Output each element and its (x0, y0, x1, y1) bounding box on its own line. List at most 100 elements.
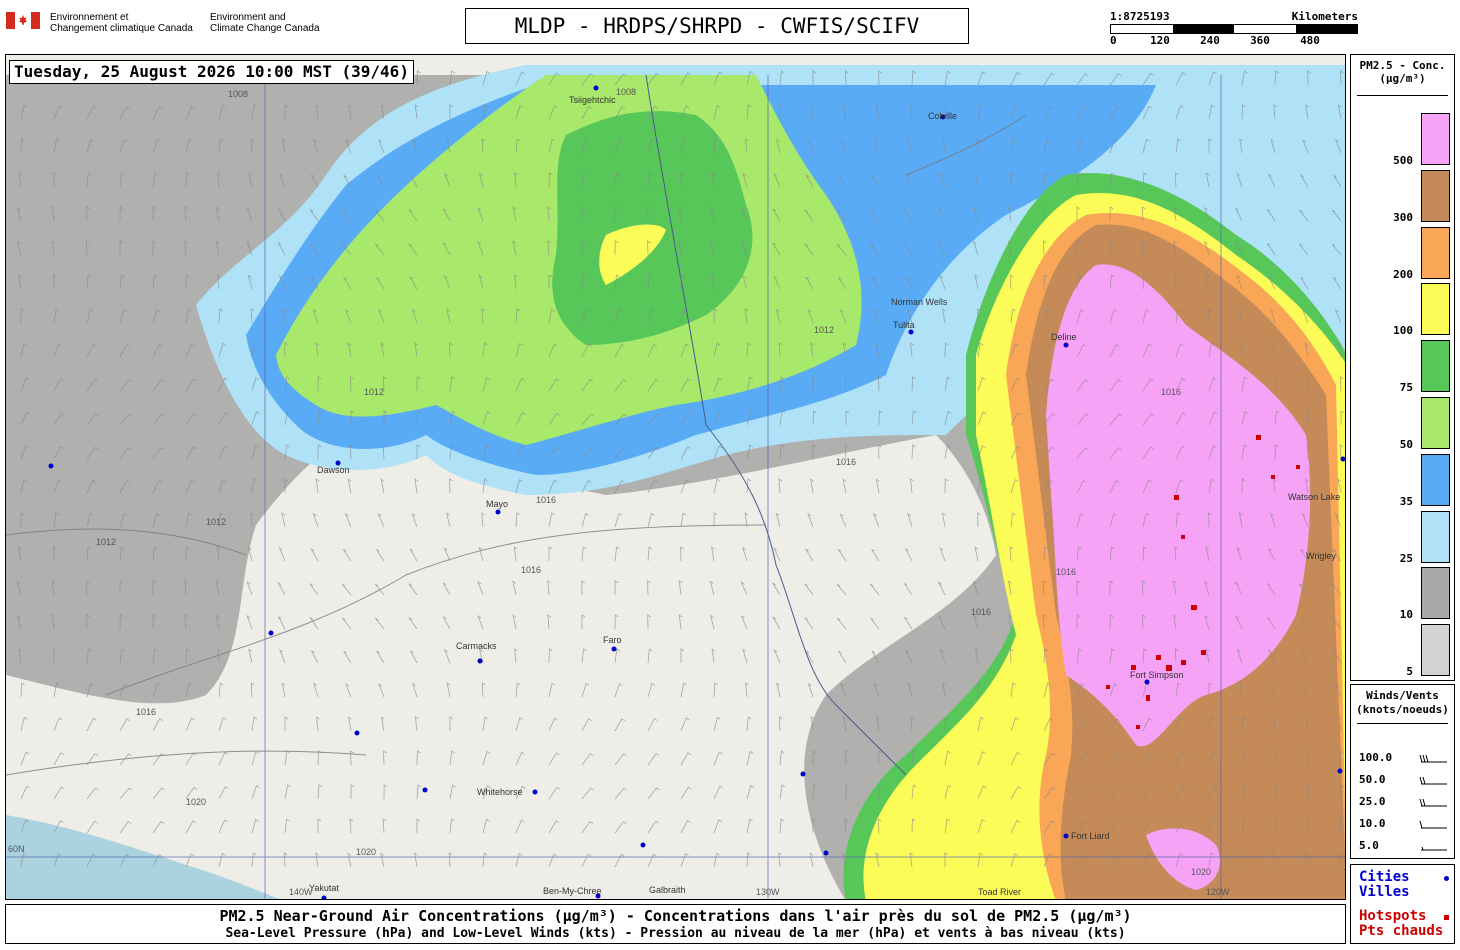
city-label: Fort Liard (1071, 831, 1110, 841)
meridian-label: 140W (289, 887, 313, 897)
wind-speed-label: 100.0 (1359, 751, 1393, 764)
legend-swatch (1421, 567, 1450, 620)
wind-barb-icon (1419, 798, 1447, 807)
gov-fr-line2: Changement climatique Canada (50, 23, 193, 34)
isobar-label: 1008 (616, 87, 636, 97)
map-title: MLDP - HRDPS/SHRPD - CWFIS/SCIFV (465, 8, 969, 44)
government-signature: Environnement et Changement climatique C… (6, 12, 330, 34)
city-label: Wrigley (1306, 551, 1336, 561)
city-label: Whitehorse (477, 787, 523, 797)
legend-swatch (1421, 510, 1450, 563)
city-label: Dawson (317, 465, 350, 475)
scale-tick-label: 240 (1200, 34, 1220, 47)
isobar-label: 1008 (228, 89, 248, 99)
legend-swatch (1421, 113, 1450, 165)
legend-swatch (1421, 283, 1450, 336)
city-label: Carmacks (456, 641, 497, 651)
wind-barb-icon (1419, 820, 1447, 829)
wind-barb-icon (1419, 776, 1447, 785)
city-label: Colville (928, 111, 957, 121)
winds-title: Winds/Vents (1366, 689, 1439, 702)
hotspots-label-fr: Pts chauds (1359, 923, 1444, 939)
scale-tick-label: 480 (1300, 34, 1320, 47)
city-label: Mayo (486, 499, 508, 509)
scale-tick-label: 360 (1250, 34, 1270, 47)
legend-value-label: 200 (1393, 267, 1413, 281)
scale-tick-label: 0 (1110, 34, 1117, 47)
scale-unit: Kilometers (1291, 10, 1358, 23)
winds-legend: Winds/Vents (knots/noeuds) 100.0 50.0 25.0… (1350, 684, 1455, 859)
map-caption: PM2.5 Near-Ground Air Concentrations (µg… (5, 904, 1346, 944)
wind-speed-label: 25.0 (1359, 795, 1386, 808)
valid-datetime: Tuesday, 25 August 2026 10:00 MST (39/46… (9, 60, 414, 84)
isobar-label: 1016 (1161, 387, 1181, 397)
isobar-label: 1016 (521, 565, 541, 575)
city-label: Norman Wells (891, 297, 948, 307)
isobar-label: 1016 (536, 495, 556, 505)
city-label: Tulita (893, 320, 915, 330)
hotspots-label-en: Hotspots (1359, 908, 1427, 924)
caption-line1: PM2.5 Near-Ground Air Concentrations (µg… (219, 907, 1132, 925)
legend-title: PM2.5 - Conc. (1359, 59, 1446, 72)
scale-tick-label: 120 (1150, 34, 1170, 47)
legend-value-label: 5 (1406, 665, 1413, 679)
wind-barb-icon (1421, 846, 1447, 851)
isobar-label: 1016 (136, 707, 156, 717)
winds-unit: (knots/noeuds) (1356, 703, 1449, 716)
scale-bar: 1:8725193 Kilometers 0 120 240 360 480 (1110, 10, 1358, 47)
legend-swatch (1421, 624, 1450, 677)
map-canvas[interactable]: 1008 1008 1012 1012 1012 1012 1016 1016 … (5, 54, 1346, 900)
gov-en-line2: Climate Change Canada (210, 23, 320, 34)
government-name-en: Environment and Climate Change Canada (210, 12, 330, 34)
city-label: Deline (1051, 332, 1077, 342)
legend-value-label: 300 (1393, 210, 1413, 224)
legend-value-label: 50 (1399, 438, 1413, 451)
city-label: Faro (603, 635, 622, 645)
cities-label-fr: Villes (1359, 884, 1410, 900)
isobar-label: 1020 (1191, 867, 1211, 877)
legend-value-label: 100 (1393, 324, 1413, 338)
isobar-label: 1012 (96, 537, 116, 547)
legend-swatch (1421, 453, 1450, 506)
isobar-label: 1020 (186, 797, 206, 807)
wind-barb-icon (1419, 754, 1447, 763)
legend-value-label: 10 (1399, 608, 1413, 622)
gov-en-line1: Environment and (210, 12, 286, 23)
city-label: Tsiigehtchic (569, 95, 616, 105)
isobar-label: 1016 (1056, 567, 1076, 577)
wind-speed-label: 10.0 (1359, 817, 1386, 830)
map-svg: 1008 1008 1012 1012 1012 1012 1016 1016 … (6, 55, 1345, 899)
city-label: Fort Simpson (1130, 670, 1184, 680)
legend-swatch (1421, 397, 1450, 449)
legend-unit: (µg/m³) (1379, 72, 1426, 85)
city-key-icon (1444, 876, 1449, 881)
canada-flag-icon (6, 12, 40, 29)
parallel-label: 60N (8, 844, 25, 854)
legend-value-label: 25 (1399, 551, 1413, 565)
wind-speed-label: 5.0 (1359, 839, 1379, 852)
city-label: Toad River (978, 887, 1021, 897)
city-label: Ben-My-Chree (543, 886, 602, 896)
scale-bar-graphic (1110, 24, 1358, 34)
wind-speed-label: 50.0 (1359, 773, 1386, 786)
scale-ticks: 0 120 240 360 480 (1110, 34, 1358, 47)
legend-swatch (1421, 169, 1450, 222)
hotspot-key-icon (1444, 915, 1449, 920)
cities-label-en: Cities (1359, 869, 1410, 885)
isobar-label: 1012 (814, 325, 834, 335)
isobar-label: 1020 (356, 847, 376, 857)
legend-value-label: 500 (1393, 154, 1413, 167)
meridian-label: 120W (1206, 887, 1230, 897)
isobar-label: 1012 (364, 387, 384, 397)
government-name-fr: Environnement et Changement climatique C… (50, 12, 200, 34)
gov-fr-line1: Environnement et (50, 12, 129, 23)
pm25-legend: PM2.5 - Conc. (µg/m³) 500 300 200 100 75 50 35… (1350, 54, 1455, 681)
caption-line2: Sea-Level Pressure (hPa) and Low-Level W… (225, 926, 1126, 941)
city-label: Galbraith (649, 885, 686, 895)
city-label: Yakutat (309, 883, 339, 893)
legend-value-label: 35 (1399, 494, 1413, 508)
legend-swatch (1421, 340, 1450, 393)
symbol-keys: Cities Villes Hotspots Pts chauds (1350, 864, 1455, 944)
legend-value-label: 75 (1399, 381, 1413, 395)
meridian-label: 130W (756, 887, 780, 897)
